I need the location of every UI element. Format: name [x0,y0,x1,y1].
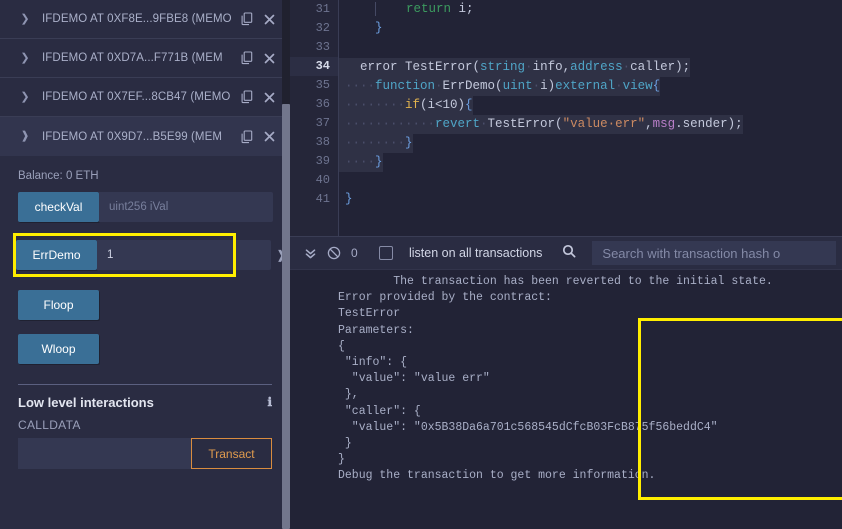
deployed-contract-label: IFDEMO AT 0XF8E...9FBE8 (MEMO [42,13,232,25]
terminal-panel: 0 listen on all transactions The transac… [290,236,842,529]
calldata-label: CALLDATA [18,418,81,432]
transaction-count: 0 [351,246,358,260]
chevron-right-icon[interactable]: ❯ [18,91,32,103]
terminal-line: } [338,437,352,451]
deployed-contract-label: IFDEMO AT 0X9D7...B5E99 (MEM [42,130,223,143]
calldata-input[interactable] [18,438,191,469]
line-number: 38 [315,135,330,149]
terminal-line: Debug the transaction to get more inform… [338,469,656,483]
chevron-right-icon[interactable]: ❯ [18,52,32,64]
editor-gutter: 31 32 33 34 35 36 37 38 39 40 41 [290,0,338,236]
function-row-wloop: Wloop [18,334,272,364]
close-icon[interactable] [258,53,280,64]
line-number: 41 [315,192,330,206]
search-icon[interactable] [562,244,576,263]
function-row-checkval: checkVal ❱ [18,192,290,222]
code-line: ············revert·TestError("value·err"… [339,115,743,134]
terminal-line: The transaction has been reverted to the… [338,275,773,288]
copy-icon[interactable] [236,12,258,26]
transaction-search-input[interactable] [592,241,836,265]
code-line: ········if(i<10){ [339,96,473,115]
ban-icon[interactable] [327,246,341,260]
close-icon[interactable] [258,92,280,103]
line-number: 40 [315,173,330,187]
code-editor[interactable]: 31 32 33 34 35 36 37 38 39 40 41 return … [290,0,842,236]
deploy-and-run-panel: ❯ IFDEMO AT 0XF8E...9FBE8 (MEMO ❯ IFDEMO… [0,0,290,529]
deployed-contract-label: IFDEMO AT 0X7EF...8CB47 (MEMO [42,91,231,103]
left-panel-scrollbar[interactable] [282,0,290,529]
terminal-line: "value": "value err" [338,372,490,386]
contract-interaction-body: Balance: 0 ETH checkVal ❱ ErrDemo ❱ Floo… [0,156,290,469]
function-row-floop: Floop [18,290,272,320]
close-icon[interactable] [258,14,280,25]
terminal-line: TestError [338,307,401,321]
copy-icon[interactable] [236,90,258,104]
deployed-contract-item[interactable]: ❯ IFDEMO AT 0XF8E...9FBE8 (MEMO [0,0,290,39]
line-number: 36 [315,97,330,111]
terminal-line: "caller": { [338,404,421,418]
line-number-active: 34 [290,57,338,76]
editor-and-terminal: 31 32 33 34 35 36 37 38 39 40 41 return … [290,0,842,529]
line-number: 37 [315,116,330,130]
deployed-contracts-list: ❯ IFDEMO AT 0XF8E...9FBE8 (MEMO ❯ IFDEMO… [0,0,290,156]
low-level-title: Low level interactions [18,395,154,410]
terminal-line: "value": "0x5B38Da6a701c568545dCfcB03FcB… [338,420,718,434]
terminal-line: { [338,339,345,353]
terminal-output[interactable]: The transaction has been reverted to the… [290,270,842,529]
copy-icon[interactable] [236,129,258,144]
code-line: } [345,21,383,35]
terminal-line: "info": { [338,356,408,370]
copy-icon[interactable] [236,51,258,65]
low-level-interactions-header: Low level interactions ℹ [18,395,272,418]
code-content[interactable]: return i; } error TestError(string·info,… [338,0,842,236]
chevron-down-icon[interactable]: ❱ [18,131,32,142]
transact-button[interactable]: Transact [191,438,272,469]
listen-all-transactions-checkbox[interactable] [379,246,393,260]
calldata-row: Transact [18,438,272,469]
wloop-button[interactable]: Wloop [18,334,99,364]
code-line-active: error TestError(string·info,address·call… [339,58,691,77]
checkval-button[interactable]: checkVal [18,192,99,222]
function-row-errdemo: ErrDemo ❱ [13,233,286,277]
deployed-contract-item[interactable]: ❯ IFDEMO AT 0XD7A...F771B (MEM [0,39,290,78]
errdemo-button[interactable]: ErrDemo [16,240,97,270]
divider [18,384,272,385]
line-number: 33 [315,40,330,54]
floop-button[interactable]: Floop [18,290,99,320]
terminal-line: Error provided by the contract: [338,291,552,305]
code-line: ····} [339,153,383,172]
contract-balance: Balance: 0 ETH [18,170,99,182]
deployed-contract-label: IFDEMO AT 0XD7A...F771B (MEM [42,52,223,64]
terminal-line: Parameters: [338,323,414,337]
chevron-right-icon[interactable]: ❯ [18,13,32,25]
terminal-line: }, [338,388,359,402]
listen-all-transactions-label: listen on all transactions [409,246,543,260]
checkval-input[interactable] [99,192,273,222]
line-number: 31 [315,2,330,16]
errdemo-input[interactable] [97,240,271,270]
terminal-toolbar: 0 listen on all transactions [290,236,842,270]
scrollbar-thumb[interactable] [282,104,290,529]
line-number: 32 [315,21,330,35]
remix-ide-window: ❯ IFDEMO AT 0XF8E...9FBE8 (MEMO ❯ IFDEMO… [0,0,842,529]
close-icon[interactable] [258,131,280,142]
deployed-contract-item[interactable]: ❯ IFDEMO AT 0X7EF...8CB47 (MEMO [0,78,290,117]
double-chevron-down-icon[interactable] [304,247,317,260]
code-line: ········} [339,134,413,153]
code-line: } [345,192,353,206]
terminal-line: } [338,453,345,467]
code-line: return i; [339,0,842,19]
line-number: 39 [315,154,330,168]
deployed-contract-item-active[interactable]: ❱ IFDEMO AT 0X9D7...B5E99 (MEM [0,117,290,156]
code-line: ····function·ErrDemo(uint·i)external·vie… [339,77,661,96]
line-number: 35 [315,78,330,92]
info-icon[interactable]: ℹ [267,395,272,410]
